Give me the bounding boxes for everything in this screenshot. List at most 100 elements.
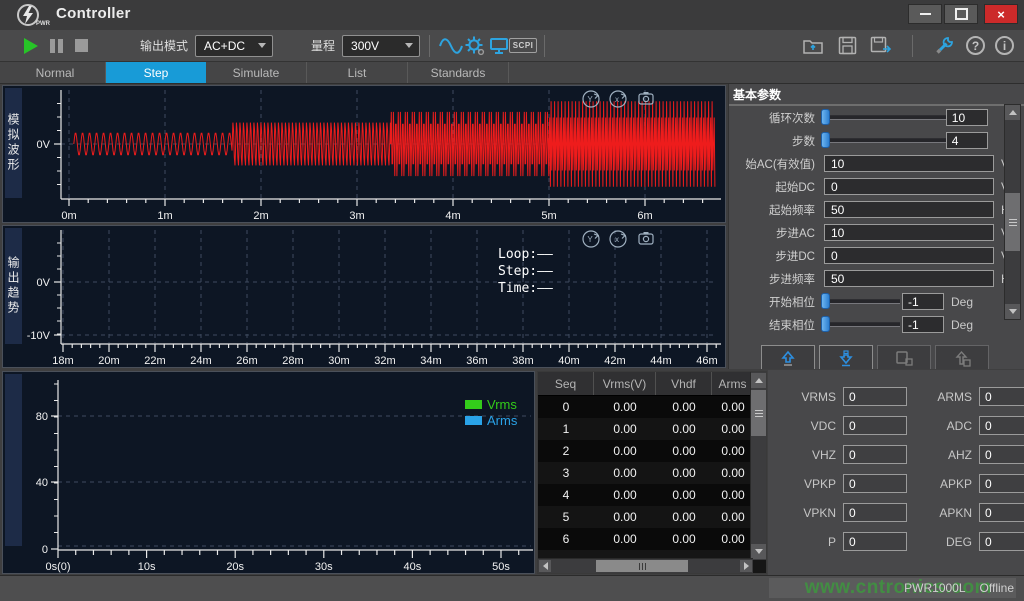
slider-handle[interactable]: [821, 109, 830, 125]
param-unit: Deg: [951, 295, 973, 309]
table-row[interactable]: 00.000.000.00: [538, 396, 766, 418]
param-value[interactable]: -1: [902, 316, 944, 333]
monitor-button[interactable]: [487, 34, 511, 58]
table-row[interactable]: 20.000.000.00: [538, 440, 766, 462]
param-value[interactable]: 4: [946, 132, 988, 149]
slider-handle[interactable]: [821, 132, 830, 148]
param-input[interactable]: 0: [824, 247, 994, 264]
param-slider[interactable]: [824, 115, 946, 120]
param-slider[interactable]: [824, 322, 900, 327]
measure-chart-ylabel: [5, 374, 22, 546]
export-config-button[interactable]: [935, 345, 989, 369]
toolbar-separator: [912, 35, 913, 57]
slider-handle[interactable]: [821, 316, 830, 332]
sequence-table[interactable]: SeqVrms(V)VhdfArms 00.000.000.0010.000.0…: [537, 371, 767, 574]
play-button[interactable]: [24, 38, 38, 54]
param-input[interactable]: 10: [824, 224, 994, 241]
table-row[interactable]: 10.000.000.00: [538, 418, 766, 440]
step-down-button[interactable]: [819, 345, 873, 369]
scroll-down-button[interactable]: [1005, 304, 1020, 319]
copy-config-button[interactable]: [877, 345, 931, 369]
column-header-arms[interactable]: Arms: [712, 372, 754, 395]
toolbar-separator: [544, 35, 545, 57]
output-mode-label: 输出模式: [140, 37, 188, 54]
param-value[interactable]: -1: [902, 293, 944, 310]
scroll-up-button[interactable]: [751, 373, 766, 388]
scrollbar-thumb[interactable]: [1005, 193, 1020, 251]
params-scrollbar[interactable]: [1004, 104, 1021, 320]
output-mode-select[interactable]: AC+DC: [195, 35, 273, 57]
stop-button[interactable]: [75, 39, 88, 52]
table-hscrollbar[interactable]: [538, 558, 753, 573]
param-row: 起始DC0V: [729, 175, 1024, 198]
tab-normal[interactable]: Normal: [5, 62, 106, 83]
svg-text:Step:——: Step:——: [498, 264, 553, 279]
help-button[interactable]: ?: [966, 36, 985, 55]
minimize-button[interactable]: [908, 4, 942, 24]
scroll-down-button[interactable]: [751, 544, 766, 559]
param-input[interactable]: 50: [824, 201, 994, 218]
measure-value-vhz: 0: [843, 445, 907, 464]
table-cell: 5: [538, 510, 594, 524]
table-cell: 3: [538, 466, 594, 480]
measure-label-apkp: APKP: [914, 477, 972, 491]
scrollbar-thumb[interactable]: [596, 560, 688, 572]
about-button[interactable]: i: [995, 36, 1014, 55]
close-button[interactable]: ×: [984, 4, 1018, 24]
param-row: 结束相位-1Deg: [729, 313, 1024, 336]
column-header-vhdf[interactable]: Vhdf: [656, 372, 712, 395]
svg-text:20s: 20s: [226, 561, 244, 573]
scroll-left-button[interactable]: [539, 560, 551, 572]
tab-list[interactable]: List: [307, 62, 408, 83]
param-slider[interactable]: [824, 299, 900, 304]
table-header: SeqVrms(V)VhdfArms: [538, 372, 766, 396]
tools-button[interactable]: [932, 34, 956, 58]
output-trend-chart[interactable]: 输出趋势 0V-10V18m20m22m24m26m28m30m32m34m36…: [2, 225, 726, 368]
slider-handle[interactable]: [821, 293, 830, 309]
param-input[interactable]: 10: [824, 155, 994, 172]
maximize-button[interactable]: [944, 4, 978, 24]
save-as-button[interactable]: [869, 34, 893, 58]
svg-text:44m: 44m: [650, 355, 671, 367]
column-header-vrmsv[interactable]: Vrms(V): [594, 372, 656, 395]
table-row[interactable]: 30.000.000.00: [538, 462, 766, 484]
waveform-view-button[interactable]: [439, 34, 463, 58]
pause-button[interactable]: [50, 39, 63, 53]
svg-text:20m: 20m: [98, 355, 119, 367]
table-cell: 0.00: [712, 466, 754, 480]
monitor-icon: [489, 37, 509, 55]
table-row[interactable]: 50.000.000.00: [538, 506, 766, 528]
settings-button[interactable]: [463, 34, 487, 58]
param-input[interactable]: 50: [824, 270, 994, 287]
table-cell: 0.00: [712, 532, 754, 546]
scpi-button[interactable]: SCPI: [511, 34, 535, 58]
table-vscrollbar[interactable]: [750, 372, 766, 560]
analog-waveform-chart[interactable]: 模拟波形 0V0m1m2m3m4m5m6mYx: [2, 85, 726, 223]
param-slider[interactable]: [824, 138, 946, 143]
measure-trend-chart[interactable]: 804000s(0)10s20s30s40s50sVrmsArms: [2, 371, 535, 574]
save-button[interactable]: [835, 34, 859, 58]
param-input[interactable]: 0: [824, 178, 994, 195]
table-row[interactable]: 60.000.000.00: [538, 528, 766, 550]
column-header-seq[interactable]: Seq: [538, 372, 594, 395]
tab-simulate[interactable]: Simulate: [206, 62, 307, 83]
table-row[interactable]: 40.000.000.00: [538, 484, 766, 506]
step-up-button[interactable]: [761, 345, 815, 369]
device-name: PWR1000L: [904, 581, 965, 595]
svg-text:2m: 2m: [253, 210, 268, 222]
table-cell: 0.00: [656, 466, 712, 480]
chevron-down-icon: [258, 43, 266, 48]
tab-step[interactable]: Step: [106, 62, 206, 83]
param-value[interactable]: 10: [946, 109, 988, 126]
scroll-up-button[interactable]: [1005, 105, 1020, 120]
scrollbar-thumb[interactable]: [751, 390, 766, 436]
open-file-button[interactable]: [801, 34, 825, 58]
svg-text:6m: 6m: [637, 210, 652, 222]
range-select[interactable]: 300V: [342, 35, 420, 57]
svg-text:30s: 30s: [315, 561, 333, 573]
tab-standards[interactable]: Standards: [408, 62, 509, 83]
file-upload-icon: [953, 350, 972, 367]
svg-text:38m: 38m: [512, 355, 533, 367]
floppy-save-as-icon: [870, 36, 892, 55]
scroll-right-button[interactable]: [740, 560, 752, 572]
